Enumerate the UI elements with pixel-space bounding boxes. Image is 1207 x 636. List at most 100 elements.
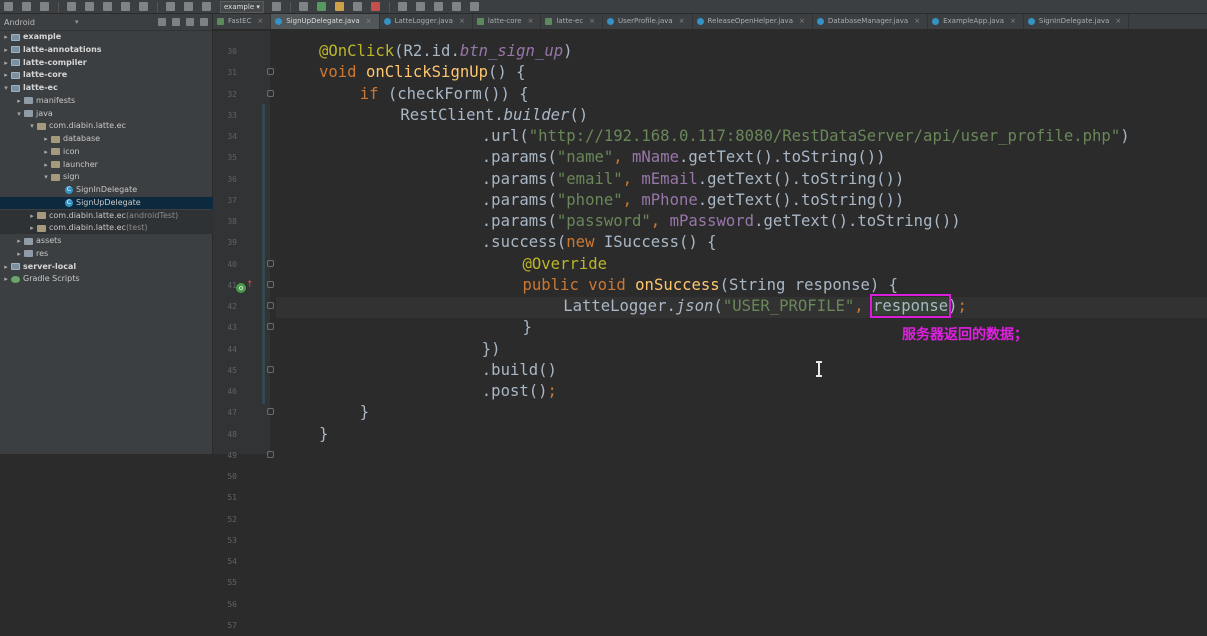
tree-item[interactable]: ▾ latte-ec [0,82,213,94]
dropdown-icon[interactable]: ▾ [75,18,79,26]
editor-tab[interactable]: DatabaseManager.java × [813,14,929,29]
tree-item[interactable]: ▸ Gradle Scripts [0,273,213,285]
fold-marker-icon[interactable] [267,408,274,416]
find-icon[interactable] [166,2,175,11]
editor-tab[interactable]: SignInDelegate.java × [1024,14,1130,29]
code-line[interactable]: .url("http://192.168.0.117:8080/RestData… [482,126,1130,147]
code-line[interactable]: .build() [482,360,557,381]
code-line[interactable]: } [360,402,369,423]
expand-right-icon[interactable]: ▸ [2,261,10,273]
close-tab-icon[interactable]: × [1010,14,1016,29]
code-line[interactable]: LatteLogger.json("USER_PROFILE", respons… [563,294,967,318]
editor-tab[interactable]: latte-ec × [541,14,604,29]
override-gutter-icon[interactable]: o [236,283,246,293]
settings-gear-icon[interactable] [186,18,194,26]
code-line[interactable]: .params("name", mName.getText().toString… [482,147,886,168]
code-line[interactable]: .params("phone", mPhone.getText().toStri… [482,190,905,211]
code-line[interactable]: .params("password", mPassword.getText().… [482,211,961,232]
close-tab-icon[interactable]: × [799,14,805,29]
editor-tab[interactable]: ExampleApp.java × [928,14,1024,29]
expand-right-icon[interactable]: ▸ [42,133,50,145]
fold-marker-icon[interactable] [267,323,274,331]
code-line[interactable]: public void onSuccess(String response) { [523,275,899,296]
expand-right-icon[interactable]: ▸ [42,146,50,158]
code-line[interactable]: void onClickSignUp() { [319,62,526,83]
redo-icon[interactable] [85,2,94,11]
tree-item[interactable]: ▸ latte-core [0,69,213,81]
expand-down-icon[interactable]: ▾ [15,108,23,120]
fold-marker-icon[interactable] [267,450,274,458]
close-tab-icon[interactable]: × [366,14,372,29]
close-tab-icon[interactable]: × [679,14,685,29]
tree-item[interactable]: ▸ server-local [0,261,213,273]
hide-panel-icon[interactable] [200,18,208,26]
expand-right-icon[interactable]: ▸ [2,57,10,69]
code-line[interactable]: .post(); [482,381,557,402]
tree-item[interactable]: ▾ com.diabin.latte.ec [0,120,213,132]
close-tab-icon[interactable]: × [257,14,263,29]
open-icon[interactable] [4,2,13,11]
paste-icon[interactable] [139,2,148,11]
tree-item[interactable]: ▸ com.diabin.latte.ec (androidTest) [0,209,213,222]
code-line[interactable]: @Override [523,254,608,275]
code-line[interactable]: } [523,317,532,338]
tree-item[interactable]: ▸ com.diabin.latte.ec (test) [0,222,213,235]
expand-right-icon[interactable]: ▸ [15,95,23,107]
collapse-all-icon[interactable] [172,18,180,26]
run-icon[interactable] [316,2,326,11]
expand-down-icon[interactable]: ▾ [2,82,10,94]
tree-item[interactable]: ▸ latte-compiler [0,57,213,69]
tree-item[interactable]: ▸ res [0,248,213,260]
close-tab-icon[interactable]: × [914,14,920,29]
tree-item[interactable]: ▸ database [0,133,213,145]
run-config-selector[interactable]: example ▾ [220,0,264,13]
tree-item[interactable]: ▸ assets [0,235,213,247]
vcs-change-marker[interactable] [262,104,265,404]
code-line[interactable]: } [319,424,328,445]
expand-right-icon[interactable]: ▸ [28,222,36,234]
tree-item[interactable]: ▸ manifests [0,95,213,107]
tree-item[interactable]: C SignInDelegate [0,184,213,196]
sdk-icon[interactable] [415,2,425,11]
close-tab-icon[interactable]: × [1115,14,1121,29]
tree-item[interactable]: C SignUpDelegate [0,196,213,209]
build-icon[interactable] [298,2,308,11]
fold-marker-icon[interactable] [267,89,274,97]
help-icon[interactable] [451,2,461,11]
save-icon[interactable] [22,2,31,11]
code-line[interactable]: if (checkForm()) { [360,84,529,105]
debug-icon[interactable] [334,2,344,11]
expand-down-icon[interactable]: ▾ [42,171,50,183]
expand-right-icon[interactable]: ▸ [15,248,23,260]
tree-item[interactable]: ▸ launcher [0,159,213,171]
editor-tab[interactable]: ReleaseOpenHelper.java × [693,14,813,29]
code-line[interactable]: .params("email", mEmail.getText().toStri… [482,169,905,190]
editor-tab[interactable]: SignUpDelegate.java × [271,14,380,29]
fold-marker-icon[interactable] [267,302,274,309]
back-icon[interactable] [202,2,211,11]
tree-item[interactable]: ▾ sign [0,171,213,183]
fold-marker-icon[interactable] [267,365,274,373]
close-tab-icon[interactable]: × [528,14,534,29]
structure-icon[interactable] [433,2,443,11]
code-line[interactable]: @OnClick(R2.id.btn_sign_up) [319,41,573,62]
project-view-header[interactable]: Android ▾ [0,14,212,31]
cut-icon[interactable] [103,2,112,11]
sync-scroll-icon[interactable] [158,18,166,26]
expand-right-icon[interactable]: ▸ [2,273,10,285]
sync-icon[interactable] [40,2,49,11]
expand-right-icon[interactable]: ▸ [2,44,10,56]
code-line[interactable]: RestClient.builder() [400,105,588,126]
editor-tab[interactable]: FastEC × [213,14,272,29]
editor-tab[interactable]: UserProfile.java × [603,14,693,29]
close-tab-icon[interactable]: × [459,14,465,29]
close-tab-icon[interactable]: × [589,14,595,29]
stop-icon[interactable] [370,2,380,11]
copy-icon[interactable] [121,2,130,11]
avd-icon[interactable] [397,2,407,11]
tree-item[interactable]: ▾ java [0,108,213,120]
override-arrow-icon[interactable]: ↑ [246,280,254,290]
expand-right-icon[interactable]: ▸ [2,31,10,43]
tree-item[interactable]: ▸ latte-annotations [0,44,213,56]
fold-marker-icon[interactable] [267,68,274,76]
